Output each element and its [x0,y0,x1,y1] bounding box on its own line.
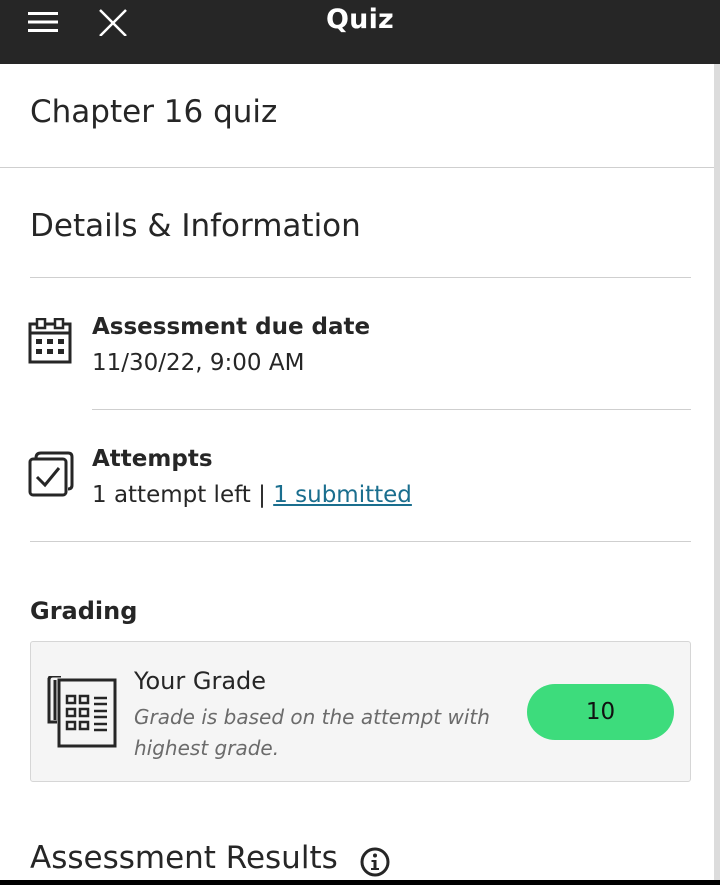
divider [0,167,714,168]
details-heading: Details & Information [30,208,361,244]
grading-heading: Grading [30,597,138,625]
calendar-icon [28,318,72,364]
attempts-left-text: 1 attempt left [92,482,251,508]
checkbox-stack-icon [28,451,74,497]
due-date-label: Assessment due date [92,314,371,340]
bottom-edge [0,880,720,885]
attempts-separator: | [258,482,266,508]
submitted-link[interactable]: 1 submitted [273,482,412,508]
grade-card: Your Grade Grade is based on the attempt… [30,641,691,782]
grade-value-pill[interactable]: 10 [527,684,674,740]
grade-description: Grade is based on the attempt with highe… [134,705,490,760]
due-date-value: 11/30/22, 9:00 AM [92,350,305,376]
divider [92,409,691,410]
attempts-value: 1 attempt left | 1 submitted [92,482,412,508]
your-grade-label: Your Grade [134,667,267,695]
assessment-results-heading: Assessment Results [30,840,338,876]
divider [30,277,691,278]
attempts-label: Attempts [92,446,213,472]
scrollbar[interactable] [714,64,720,880]
top-bar: Quiz [0,0,720,64]
divider [30,541,691,542]
info-icon[interactable] [359,846,391,878]
page-title: Chapter 16 quiz [30,94,278,130]
gradebook-icon [47,676,117,748]
header-title: Quiz [326,4,394,35]
